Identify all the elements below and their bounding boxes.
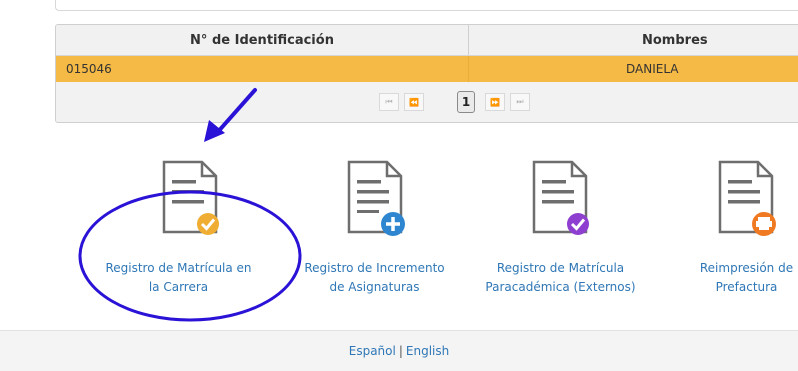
language-link-english[interactable]: English [406,344,449,358]
tile-registro-incremento-asignaturas[interactable]: Registro de Incremento de Asignaturas [287,259,462,297]
language-link-espanol[interactable]: Español [349,344,396,358]
language-separator: | [398,344,403,358]
results-grid: N° de Identificación Nombres 015046 DANI… [55,24,798,123]
cell-nombres[interactable]: DANIELA [468,56,798,82]
column-header-identificacion[interactable]: N° de Identificación [56,25,468,55]
table-row[interactable]: 015046 DANIELA [56,56,798,82]
previous-panel-frame [55,0,798,11]
tile-label-line[interactable]: Paracadémica (Externos) [473,278,648,297]
document-check-icon[interactable] [158,158,222,238]
tile-label-line[interactable]: Registro de Matrícula [473,259,648,278]
last-page-button[interactable]: ⏭ [510,93,530,111]
tile-label-line[interactable]: Reimpresión de [659,259,798,278]
first-page-button[interactable]: ⏮ [379,93,399,111]
prev-page-button[interactable]: ⏪ [404,93,424,111]
cell-identificacion[interactable]: 015046 [56,56,468,82]
current-page-button[interactable]: 1 [457,91,475,113]
column-header-nombres[interactable]: Nombres [468,25,798,55]
tile-label-line[interactable]: la Carrera [91,278,266,297]
tile-reimpresion-prefactura[interactable]: Reimpresión de Prefactura [659,259,798,297]
tile-label-line[interactable]: Registro de Incremento [287,259,462,278]
tile-registro-matricula-carrera[interactable]: Registro de Matrícula en la Carrera [91,259,266,297]
footer: Español | English [0,330,798,371]
pager: ⏮ ⏪ 1 ⏩ ⏭ [56,83,798,122]
tile-registro-matricula-paracademica[interactable]: Registro de Matrícula Paracadémica (Exte… [473,259,648,297]
document-printer-icon[interactable] [714,158,778,238]
next-page-button[interactable]: ⏩ [485,93,505,111]
tile-label-line[interactable]: de Asignaturas [287,278,462,297]
document-plus-icon[interactable] [343,158,407,238]
grid-header: N° de Identificación Nombres [56,25,798,56]
tile-label-line[interactable]: Prefactura [659,278,798,297]
tile-label-line[interactable]: Registro de Matrícula en [91,259,266,278]
document-check-icon[interactable] [528,158,592,238]
